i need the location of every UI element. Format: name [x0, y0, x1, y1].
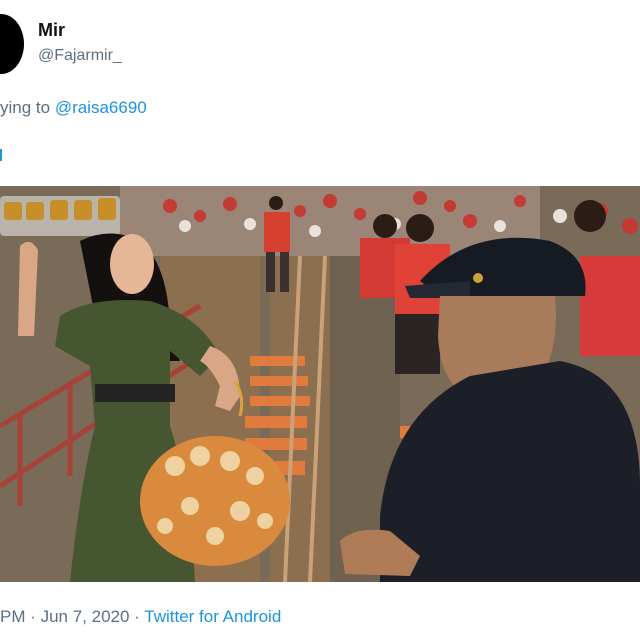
thread-marker [0, 149, 2, 161]
tweet-photo[interactable] [0, 186, 640, 582]
tweet-source-link[interactable]: Twitter for Android [144, 607, 281, 626]
tweet-timestamp[interactable]: PM · Jun 7, 2020 · [0, 607, 144, 626]
replying-to-label: ying to [0, 98, 55, 117]
display-name[interactable]: Mir [38, 20, 65, 41]
replying-to-line: ying to @raisa6690 [0, 98, 147, 118]
reply-mention-link[interactable]: @raisa6690 [55, 98, 147, 117]
user-handle[interactable]: @Fajarmir_ [38, 47, 122, 65]
avatar[interactable] [0, 14, 24, 74]
tweet-meta: PM · Jun 7, 2020 · Twitter for Android [0, 607, 281, 627]
